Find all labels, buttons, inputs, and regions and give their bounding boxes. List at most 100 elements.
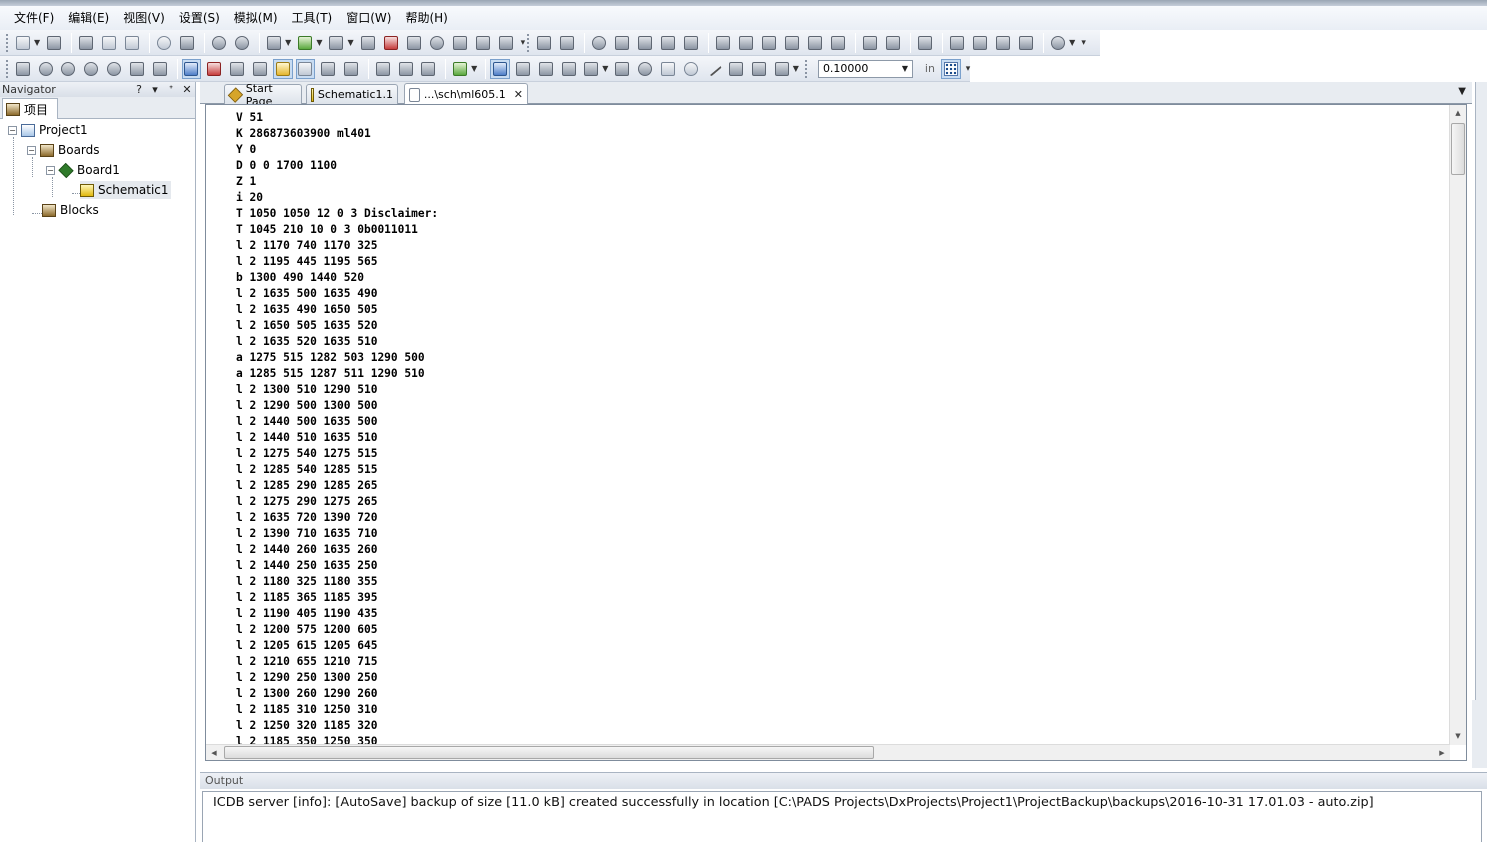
snap-grid-toggle[interactable] xyxy=(940,58,961,79)
tab-project[interactable]: 项目 xyxy=(2,98,58,119)
output-window-button[interactable] xyxy=(227,59,247,79)
preview-button[interactable] xyxy=(154,33,174,53)
place-image-button[interactable] xyxy=(749,59,769,79)
align-middle-button[interactable] xyxy=(805,33,825,53)
tab-start-page[interactable]: Start Page xyxy=(224,82,302,108)
space-button[interactable] xyxy=(915,33,935,53)
editor-line[interactable]: l 2 1190 405 1190 435 xyxy=(236,606,1450,622)
tree-node-project[interactable]: − Project1 xyxy=(8,121,88,139)
place-circle-button[interactable] xyxy=(681,59,701,79)
dropdown-arrow-icon[interactable]: ▼ xyxy=(316,38,322,47)
design-view-toggle[interactable] xyxy=(272,58,293,79)
menu-help[interactable]: 帮助(H) xyxy=(399,7,453,29)
scroll-down-icon[interactable]: ▼ xyxy=(1450,728,1466,745)
display-button[interactable] xyxy=(326,33,346,53)
dropdown-arrow-icon[interactable]: ▼ xyxy=(602,64,608,73)
group-button[interactable] xyxy=(658,33,678,53)
place-frame-button[interactable] xyxy=(772,59,792,79)
text-view-toggle[interactable] xyxy=(295,58,316,79)
dropdown-arrow-icon[interactable]: ▼ xyxy=(793,64,799,73)
text-editor[interactable]: V 51 K 286873603900 ml401 Y 0D 0 0 1700 11… xyxy=(205,104,1467,761)
editor-content[interactable]: V 51 K 286873603900 ml401 Y 0D 0 0 1700 11… xyxy=(206,105,1450,745)
editor-line[interactable]: l 2 1290 250 1300 250 xyxy=(236,670,1450,686)
scroll-left-icon[interactable]: ◀ xyxy=(206,745,222,761)
undo-button[interactable] xyxy=(209,33,229,53)
editor-line[interactable]: l 2 1290 500 1300 500 xyxy=(236,398,1450,414)
tab-schematic[interactable]: Schematic1.1 xyxy=(306,84,398,104)
editor-line[interactable]: K 286873603900 ml401 xyxy=(236,126,1450,142)
editor-line[interactable]: l 2 1185 365 1185 395 xyxy=(236,590,1450,606)
flip-button[interactable] xyxy=(612,33,632,53)
grid-value-select[interactable]: 0.10000 ▼ xyxy=(817,59,913,78)
editor-line[interactable]: l 2 1300 510 1290 510 xyxy=(236,382,1450,398)
editor-line[interactable]: D 0 0 1700 1100 xyxy=(236,158,1450,174)
editor-line[interactable]: l 2 1275 290 1275 265 xyxy=(236,494,1450,510)
output-log[interactable]: ICDB server [info]: [AutoSave] backup of… xyxy=(202,791,1482,842)
vertical-scroll-thumb[interactable] xyxy=(1451,123,1465,175)
editor-line[interactable]: l 2 1635 720 1390 720 xyxy=(236,510,1450,526)
delete-button[interactable] xyxy=(534,33,554,53)
close-icon[interactable]: ✕ xyxy=(179,83,195,96)
editor-line[interactable]: l 2 1300 260 1290 260 xyxy=(236,686,1450,702)
toolbar-overflow-icon[interactable]: ▾ xyxy=(966,64,971,74)
fit-all-button[interactable] xyxy=(13,59,33,79)
scroll-up-icon[interactable]: ▲ xyxy=(1450,105,1466,122)
place-special-button[interactable] xyxy=(581,59,601,79)
collapse-icon[interactable]: − xyxy=(27,145,36,155)
send-back-button[interactable] xyxy=(970,33,990,53)
scroll-right-icon[interactable]: ▶ xyxy=(1434,745,1450,761)
help-icon[interactable]: ? xyxy=(131,83,147,96)
measure-button[interactable] xyxy=(341,59,361,79)
print-button[interactable] xyxy=(44,33,64,53)
menu-settings[interactable]: 设置(S) xyxy=(173,7,226,29)
editor-line[interactable]: i 20 xyxy=(236,190,1450,206)
editor-line[interactable]: l 2 1390 710 1635 710 xyxy=(236,526,1450,542)
report-button[interactable] xyxy=(358,33,378,53)
editor-line[interactable]: l 2 1440 250 1635 250 xyxy=(236,558,1450,574)
editor-line[interactable]: l 2 1440 500 1635 500 xyxy=(236,414,1450,430)
components-button[interactable] xyxy=(450,33,470,53)
place-rectangle-button[interactable] xyxy=(658,59,678,79)
editor-line[interactable]: l 2 1205 615 1205 645 xyxy=(236,638,1450,654)
dropdown-arrow-icon[interactable]: ▼ xyxy=(471,64,477,73)
editor-line[interactable]: a 1275 515 1282 503 1290 500 xyxy=(236,350,1450,366)
toolbar-grip[interactable] xyxy=(6,59,9,78)
menu-view[interactable]: 视图(V) xyxy=(117,7,171,29)
close-icon[interactable]: ✕ xyxy=(514,88,523,101)
menu-simulate[interactable]: 模拟(M) xyxy=(228,7,284,29)
bring-forward-button[interactable] xyxy=(993,33,1013,53)
collapse-icon[interactable]: − xyxy=(8,125,17,135)
filter-button[interactable] xyxy=(318,59,338,79)
align-button[interactable] xyxy=(557,33,577,53)
vertical-scrollbar[interactable]: ▲ ▼ xyxy=(1449,105,1466,745)
tree-node-boards[interactable]: − Boards xyxy=(27,141,100,159)
attributes-button[interactable] xyxy=(473,33,493,53)
place-net-button[interactable] xyxy=(536,59,556,79)
editor-line[interactable]: l 2 1275 540 1275 515 xyxy=(236,446,1450,462)
net-button[interactable] xyxy=(450,59,470,79)
place-bus-button[interactable] xyxy=(559,59,579,79)
tab-ml605[interactable]: ...\sch\ml605.1 ✕ xyxy=(404,83,528,105)
tree-node-schematic[interactable]: Schematic1 xyxy=(80,181,171,199)
zoom-area-button[interactable] xyxy=(81,59,101,79)
tree-node-board[interactable]: − Board1 xyxy=(46,161,120,179)
copy-button[interactable] xyxy=(99,33,119,53)
dropdown-arrow-icon[interactable]: ▼ xyxy=(34,38,40,47)
package-button[interactable] xyxy=(295,33,315,53)
hierarchy-top-button[interactable] xyxy=(419,59,439,79)
project-navigator-toggle[interactable] xyxy=(181,58,202,79)
redo-button[interactable] xyxy=(232,33,252,53)
collapse-icon[interactable]: − xyxy=(46,165,55,175)
menu-tools[interactable]: 工具(T) xyxy=(286,7,339,29)
rotate-button[interactable] xyxy=(589,33,609,53)
distribute-h-button[interactable] xyxy=(860,33,880,53)
editor-line[interactable]: l 2 1195 445 1195 565 xyxy=(236,254,1450,270)
editor-line[interactable]: l 2 1170 740 1170 325 xyxy=(236,238,1450,254)
distribute-v-button[interactable] xyxy=(883,33,903,53)
library-button[interactable] xyxy=(404,33,424,53)
editor-line[interactable]: l 2 1635 490 1650 505 xyxy=(236,302,1450,318)
new-file-button[interactable] xyxy=(13,33,33,53)
toolbar-overflow-icon[interactable]: ▾ xyxy=(521,38,526,48)
pin-icon[interactable]: ᐩ xyxy=(163,83,179,96)
place-polyline-button[interactable] xyxy=(612,59,632,79)
